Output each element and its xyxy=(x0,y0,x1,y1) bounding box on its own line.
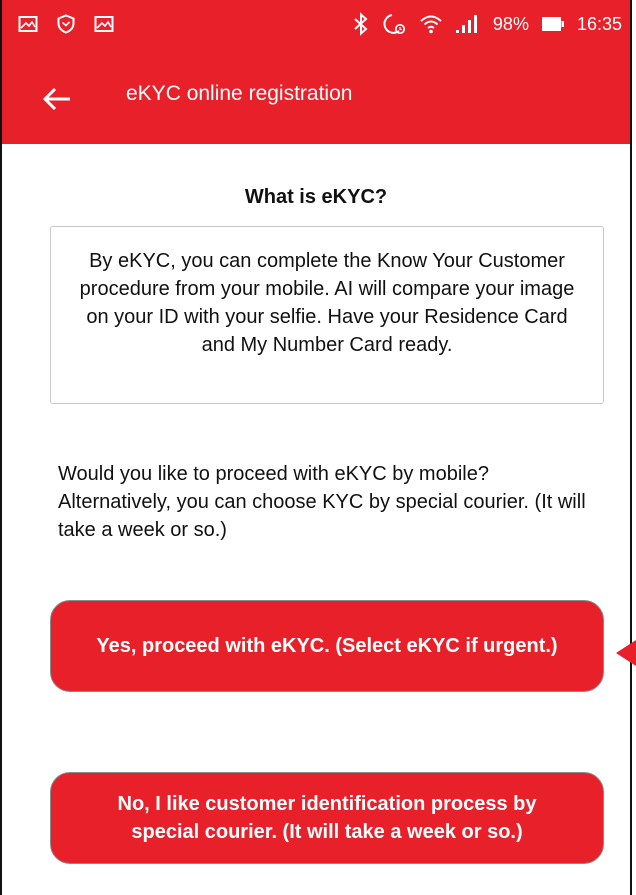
signal-icon xyxy=(455,14,481,34)
back-button[interactable] xyxy=(36,78,78,120)
clock: 16:35 xyxy=(576,13,622,34)
info-box: By eKYC, you can complete the Know Your … xyxy=(50,226,604,404)
special-courier-button[interactable]: No, I like customer identification proce… xyxy=(50,772,604,864)
alarm-icon xyxy=(381,12,407,36)
app-bar: eKYC online registration xyxy=(2,52,630,144)
pointer-indicator xyxy=(616,640,636,666)
special-courier-label: No, I like customer identification proce… xyxy=(117,793,537,843)
section-heading: What is eKYC? xyxy=(244,186,388,208)
bluetooth-icon xyxy=(353,12,369,36)
app-frame: 98% 16:35 eKYC online registration What … xyxy=(0,0,632,895)
arrow-left-icon xyxy=(42,87,70,111)
proceed-ekyc-label: Yes, proceed with eKYC. (Select eKYC if … xyxy=(96,635,558,657)
battery-icon xyxy=(541,16,565,32)
app-title: eKYC online registration xyxy=(126,82,353,105)
info-description: By eKYC, you can complete the Know Your … xyxy=(79,250,575,356)
status-bar: 98% 16:35 xyxy=(2,0,630,52)
system-status: 98% 16:35 xyxy=(353,12,622,36)
notification-icons xyxy=(18,14,114,34)
shield-icon xyxy=(56,14,76,34)
image-icon xyxy=(18,15,38,33)
prompt-text: Would you like to proceed with eKYC by m… xyxy=(58,463,586,541)
battery-percent: 98% xyxy=(492,13,529,34)
proceed-ekyc-button[interactable]: Yes, proceed with eKYC. (Select eKYC if … xyxy=(50,600,604,692)
wifi-icon xyxy=(419,13,443,35)
image-icon xyxy=(94,15,114,33)
